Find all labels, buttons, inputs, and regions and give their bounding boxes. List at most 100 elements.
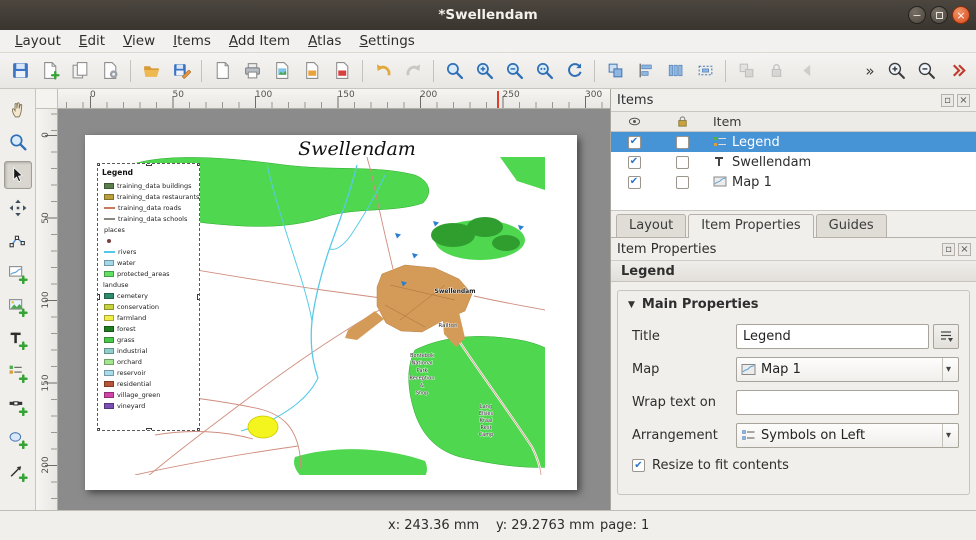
zoom-tool-button[interactable] — [4, 128, 32, 156]
cursor-y-readout: y: 29.2763 mm — [496, 518, 594, 533]
close-panel-button[interactable]: × — [958, 243, 971, 256]
toolbar-overflow-button[interactable]: » — [860, 57, 880, 85]
legend-label: vineyard — [117, 402, 145, 410]
menu-item[interactable]: View — [114, 31, 164, 51]
zoom-full-button[interactable] — [440, 57, 468, 85]
visibility-checkbox[interactable]: ✔ — [628, 156, 641, 169]
map-select[interactable]: Map 1 ▾ — [736, 357, 959, 382]
data-defined-override-button[interactable] — [933, 324, 959, 349]
lock-checkbox[interactable] — [676, 136, 689, 149]
items-row-map1[interactable]: ✔ Map 1 — [611, 172, 976, 192]
add-legend-button[interactable] — [4, 359, 32, 387]
redo-button[interactable] — [399, 57, 427, 85]
page-title-label[interactable]: Swellendam — [298, 138, 416, 160]
selection-handle[interactable] — [146, 428, 152, 431]
layout-manager-button[interactable] — [96, 57, 124, 85]
visibility-checkbox[interactable]: ✔ — [628, 176, 641, 189]
selection-handle[interactable] — [197, 163, 200, 166]
distribute-items-button[interactable] — [661, 57, 689, 85]
legend-item: training_data buildings — [101, 180, 199, 191]
float-panel-button[interactable]: ▫ — [942, 243, 955, 256]
panel-toggle-button[interactable] — [944, 57, 972, 85]
move-content-button[interactable] — [4, 194, 32, 222]
refresh-view-button[interactable] — [560, 57, 588, 85]
save-button[interactable] — [6, 57, 34, 85]
float-panel-button[interactable]: ▫ — [941, 94, 954, 107]
selection-handle[interactable] — [97, 428, 100, 431]
map-label: Map — [632, 362, 736, 377]
close-panel-button[interactable]: × — [957, 94, 970, 107]
menu-item[interactable]: Atlas — [299, 31, 350, 51]
zoom-out-view-button[interactable] — [500, 57, 528, 85]
duplicate-layout-button[interactable] — [66, 57, 94, 85]
legend-item — [101, 235, 199, 246]
export-pdf-button[interactable] — [328, 57, 356, 85]
raise-items-button[interactable] — [601, 57, 629, 85]
legend-label: protected_areas — [117, 270, 170, 278]
zoom-in-button[interactable] — [882, 57, 910, 85]
ellipse-shape-item[interactable] — [248, 416, 278, 438]
legend-item-box[interactable]: Legend training_data buildingstraining_d… — [97, 163, 200, 431]
svg-text:Shop: Shop — [416, 391, 429, 397]
items-row-swellendam[interactable]: ✔ Swellendam — [611, 152, 976, 172]
lock-items-button[interactable] — [762, 57, 790, 85]
resize-items-button[interactable] — [691, 57, 719, 85]
add-map-button[interactable] — [4, 260, 32, 288]
layout-page[interactable]: Swellendam Railton Bontebok National Par… — [85, 135, 577, 490]
add-shape-button[interactable] — [4, 425, 32, 453]
lock-checkbox[interactable] — [676, 176, 689, 189]
menu-item[interactable]: Layout — [6, 31, 70, 51]
edit-nodes-button[interactable] — [4, 227, 32, 255]
add-scalebar-button[interactable] — [4, 392, 32, 420]
selection-handle[interactable] — [146, 163, 152, 166]
export-image-button[interactable] — [268, 57, 296, 85]
visibility-checkbox[interactable]: ✔ — [628, 136, 641, 149]
tab-guides[interactable]: Guides — [816, 214, 887, 237]
add-pages-button[interactable] — [208, 57, 236, 85]
new-layout-button[interactable] — [36, 57, 64, 85]
arrangement-select[interactable]: Symbols on Left ▾ — [736, 423, 959, 448]
add-from-template-button[interactable] — [137, 57, 165, 85]
resize-checkbox[interactable]: ✔ — [632, 459, 645, 472]
legend-item: reservoir — [101, 367, 199, 378]
zoom-out-button[interactable] — [912, 57, 940, 85]
menu-item[interactable]: Edit — [70, 31, 114, 51]
add-picture-button[interactable] — [4, 293, 32, 321]
menu-item[interactable]: Items — [164, 31, 220, 51]
close-button[interactable]: × — [952, 6, 970, 24]
wrap-text-input[interactable] — [736, 390, 959, 415]
selection-handle[interactable] — [197, 294, 200, 300]
export-svg-button[interactable] — [298, 57, 326, 85]
ruler-number: 100 — [40, 290, 52, 310]
menu-item[interactable]: Add Item — [220, 31, 299, 51]
lock-checkbox[interactable] — [676, 156, 689, 169]
selection-handle[interactable] — [197, 428, 200, 431]
add-arrow-button[interactable] — [4, 458, 32, 486]
minimize-button[interactable]: − — [908, 6, 926, 24]
title-input[interactable] — [736, 324, 929, 349]
group-items-button[interactable] — [732, 57, 760, 85]
selection-handle[interactable] — [97, 294, 100, 300]
tab-item-properties[interactable]: Item Properties — [688, 214, 813, 238]
add-label-button[interactable] — [4, 326, 32, 354]
align-items-button[interactable] — [631, 57, 659, 85]
tab-layout[interactable]: Layout — [616, 214, 686, 237]
undo-button[interactable] — [369, 57, 397, 85]
maximize-button[interactable] — [930, 6, 948, 24]
ruler-top: 050100150200250300 — [58, 89, 610, 109]
legend-label: village_green — [117, 391, 160, 399]
zoom-actual-button[interactable] — [530, 57, 558, 85]
svg-text:Kraal: Kraal — [480, 418, 493, 424]
back-button[interactable] — [792, 57, 820, 85]
save-template-button[interactable] — [167, 57, 195, 85]
selection-handle[interactable] — [97, 163, 100, 166]
pan-tool-button[interactable] — [4, 95, 32, 123]
items-row-legend[interactable]: ✔ Legend — [611, 132, 976, 152]
zoom-in-view-button[interactable] — [470, 57, 498, 85]
arrangement-mini-icon — [741, 428, 756, 443]
select-move-item-button[interactable] — [4, 161, 32, 189]
print-button[interactable] — [238, 57, 266, 85]
menu-item[interactable]: Settings — [350, 31, 423, 51]
main-properties-header[interactable]: ▼ Main Properties — [618, 291, 969, 316]
layout-canvas[interactable]: Swellendam Railton Bontebok National Par… — [58, 109, 610, 510]
